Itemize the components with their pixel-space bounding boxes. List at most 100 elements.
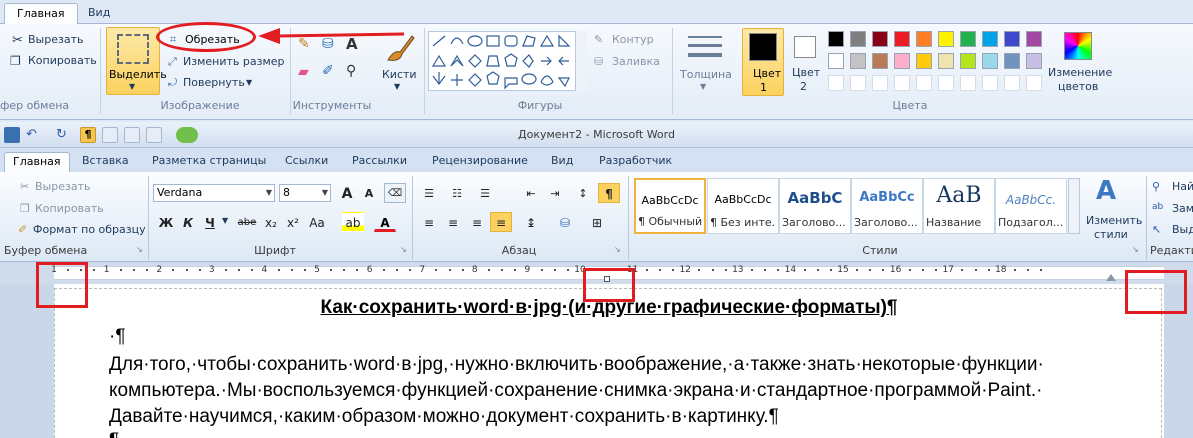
shrink-font-button[interactable]: A [358, 183, 380, 203]
format-painter-button[interactable]: Формат по образцу [33, 223, 146, 236]
numbering-icon[interactable]: ☷ [446, 183, 468, 203]
color1-button[interactable]: Цвет 1 [742, 28, 784, 96]
color-swatch[interactable] [850, 31, 866, 47]
tab-review[interactable]: Рецензирование [432, 152, 528, 172]
dialog-launcher-icon[interactable]: ↘ [400, 245, 407, 254]
color-swatch[interactable] [850, 53, 866, 69]
clear-format-button[interactable]: ⌫ [384, 183, 406, 203]
outline-button[interactable]: Контур [612, 33, 654, 46]
find-button[interactable]: Най [1172, 180, 1193, 193]
change-styles-button[interactable]: A Изменить стили [1082, 176, 1142, 242]
custom-color-swatch[interactable] [850, 75, 866, 91]
grow-font-button[interactable]: A [336, 183, 358, 203]
color-swatch[interactable] [938, 53, 954, 69]
color-swatch[interactable] [1004, 31, 1020, 47]
color-swatch[interactable] [872, 53, 888, 69]
edit-colors-icon[interactable] [1064, 32, 1092, 60]
size-button[interactable]: Толщина ▼ [676, 30, 736, 96]
color-swatch[interactable] [960, 31, 976, 47]
superscript-button[interactable]: x² [282, 212, 304, 232]
rotate-button[interactable]: Повернуть [183, 76, 245, 89]
color-swatch[interactable] [828, 31, 844, 47]
bold-button[interactable]: Ж [155, 212, 177, 232]
tab-insert[interactable]: Вставка [82, 152, 129, 172]
style-heading1[interactable]: AaBbC Заголово... [779, 178, 851, 234]
dialog-launcher-icon[interactable]: ↘ [614, 245, 621, 254]
strikethrough-button[interactable]: abe [236, 212, 258, 232]
color-swatch[interactable] [916, 53, 932, 69]
justify-icon[interactable]: ≡ [490, 212, 512, 232]
magnifier-icon[interactable]: ⚲ [346, 63, 356, 79]
shapes-scrollbar[interactable] [575, 31, 587, 91]
highlight-icon[interactable]: ab [342, 212, 364, 232]
style-normal[interactable]: AaBbCcDc ¶ Обычный [634, 178, 706, 234]
style-subtitle[interactable]: AaBbCc. Подзагол... [995, 178, 1067, 234]
select-button[interactable]: Выд [1172, 223, 1193, 236]
increase-indent-icon[interactable]: ⇥ [544, 183, 566, 203]
color-picker-icon[interactable]: ✐ [322, 63, 334, 79]
underline-button[interactable]: Ч [199, 212, 221, 232]
color-swatch[interactable] [960, 53, 976, 69]
select-button[interactable]: Выделить ▼ [106, 27, 167, 95]
dialog-launcher-icon[interactable]: ↘ [1132, 245, 1139, 254]
change-case-button[interactable]: Aa [306, 212, 328, 232]
shading-icon[interactable]: ⛁ [554, 212, 576, 232]
style-heading2[interactable]: AaBbCc Заголово... [851, 178, 923, 234]
custom-color-swatch[interactable] [1026, 75, 1042, 91]
tab-page-layout[interactable]: Разметка страницы [152, 152, 266, 172]
word-cut-button[interactable]: Вырезать [35, 180, 90, 193]
custom-color-swatch[interactable] [872, 75, 888, 91]
color-swatch[interactable] [894, 53, 910, 69]
right-indent-marker[interactable] [1106, 274, 1116, 281]
show-marks-button[interactable]: ¶ [598, 183, 620, 203]
decrease-indent-icon[interactable]: ⇤ [520, 183, 542, 203]
fill-button[interactable]: Заливка [612, 55, 660, 68]
edit-colors-line1[interactable]: Изменение [1048, 66, 1112, 79]
multilevel-icon[interactable]: ☰ [474, 183, 496, 203]
color2-button[interactable]: Цвет 2 [786, 28, 826, 96]
edit-colors-line2[interactable]: цветов [1058, 80, 1098, 93]
color-swatch[interactable] [982, 53, 998, 69]
custom-color-swatch[interactable] [982, 75, 998, 91]
italic-button[interactable]: К [177, 212, 199, 232]
tab-mailings[interactable]: Рассылки [352, 152, 407, 172]
font-size-combo[interactable]: 8 ▼ [279, 184, 331, 202]
align-center-icon[interactable]: ≡ [442, 212, 464, 232]
custom-color-swatch[interactable] [938, 75, 954, 91]
resize-button[interactable]: Изменить размер [183, 55, 285, 68]
subscript-button[interactable]: x₂ [260, 212, 282, 232]
document-page[interactable]: Как·сохранить·word·в·jpg·(и·другие·графи… [54, 284, 1164, 438]
custom-color-swatch[interactable] [916, 75, 932, 91]
paragraph-line[interactable]: ·¶ [109, 326, 126, 348]
tab-home[interactable]: Главная [4, 152, 70, 172]
sort-icon[interactable]: ↕ [572, 183, 594, 203]
line-spacing-icon[interactable]: ↨ [520, 212, 542, 232]
color-swatch[interactable] [894, 31, 910, 47]
color-swatch[interactable] [1026, 53, 1042, 69]
paint-tab-view[interactable]: Вид [76, 3, 122, 24]
paint-cut-button[interactable]: Вырезать [28, 33, 83, 46]
align-left-icon[interactable]: ≡ [418, 212, 440, 232]
color-swatch[interactable] [1004, 53, 1020, 69]
shapes-gallery[interactable] [428, 31, 586, 91]
paragraph-line[interactable]: Давайте·научимся,·каким·образом·можно·до… [109, 406, 779, 428]
paint-tab-home[interactable]: Главная [4, 3, 78, 24]
replace-button[interactable]: Зам [1172, 202, 1193, 215]
dialog-launcher-icon[interactable]: ↘ [136, 245, 143, 254]
color-swatch[interactable] [828, 53, 844, 69]
custom-color-swatch[interactable] [894, 75, 910, 91]
color-swatch[interactable] [872, 31, 888, 47]
font-name-combo[interactable]: Verdana ▼ [153, 184, 275, 202]
custom-color-swatch[interactable] [1004, 75, 1020, 91]
eraser-icon[interactable]: ▰ [298, 64, 309, 80]
style-title[interactable]: AaB Название [923, 178, 995, 234]
styles-scrollbar[interactable] [1068, 178, 1080, 234]
color-swatch[interactable] [916, 31, 932, 47]
color-swatch[interactable] [1026, 31, 1042, 47]
style-no-spacing[interactable]: AaBbCcDc ¶ Без инте... [707, 178, 779, 234]
font-color-button[interactable]: A [374, 212, 396, 232]
borders-icon[interactable]: ⊞ [586, 212, 608, 232]
bullets-icon[interactable]: ☰ [418, 183, 440, 203]
color-swatch[interactable] [938, 31, 954, 47]
tab-view[interactable]: Вид [551, 152, 573, 172]
